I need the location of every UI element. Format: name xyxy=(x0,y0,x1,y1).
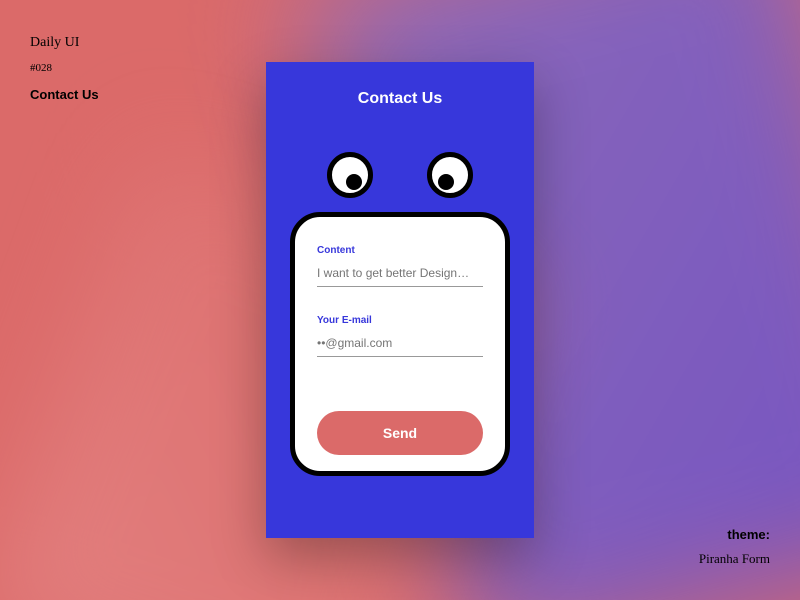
content-input[interactable] xyxy=(317,262,483,287)
email-field-group: Your E-mail xyxy=(317,315,483,357)
eye-left-icon xyxy=(327,152,373,198)
send-button[interactable]: Send xyxy=(317,411,483,455)
page-name: Contact Us xyxy=(30,83,99,106)
page-title: Contact Us xyxy=(358,90,442,108)
meta-top: Daily UI #028 Contact Us xyxy=(30,30,99,106)
piranha-eyes xyxy=(327,152,473,198)
content-label: Content xyxy=(317,245,483,256)
eye-right-icon xyxy=(427,152,473,198)
theme-value: Piranha Form xyxy=(699,547,770,570)
series-label: Daily UI xyxy=(30,30,99,55)
email-input[interactable] xyxy=(317,332,483,357)
pupil-icon xyxy=(438,174,454,190)
phone-card: Contact Us Content Your E-mail Send xyxy=(266,62,534,538)
pupil-icon xyxy=(346,174,362,190)
meta-bottom: theme: Piranha Form xyxy=(699,523,770,570)
number-label: #028 xyxy=(30,59,99,79)
content-field-group: Content xyxy=(317,245,483,287)
form-card: Content Your E-mail Send xyxy=(290,212,510,476)
email-label: Your E-mail xyxy=(317,315,483,326)
theme-label: theme: xyxy=(699,523,770,546)
